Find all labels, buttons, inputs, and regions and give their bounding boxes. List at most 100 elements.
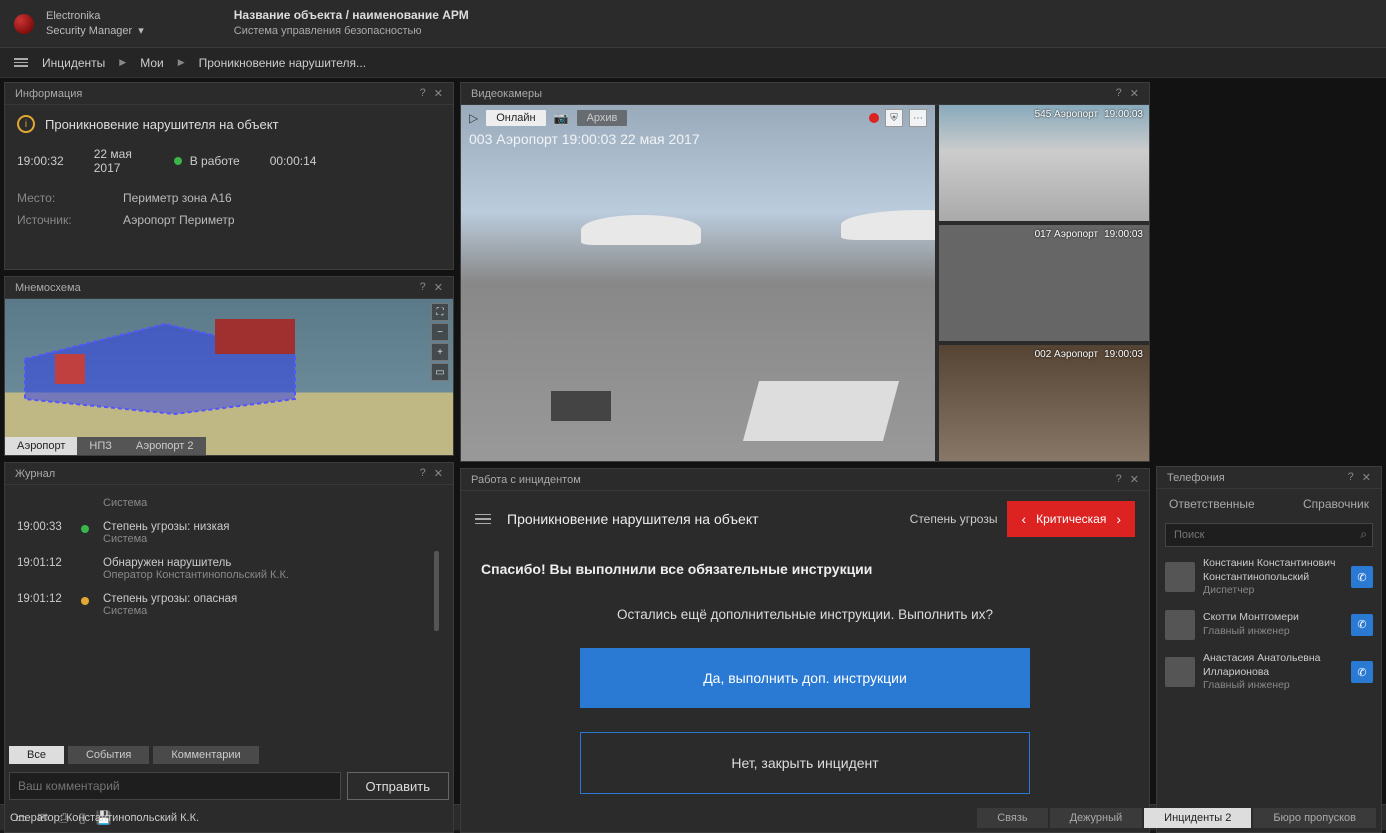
online-button[interactable]: Онлайн <box>486 110 545 126</box>
panel-title: Телефония <box>1167 472 1225 484</box>
journal-text: Обнаружен нарушитель <box>103 557 441 569</box>
panel-title: Работа с инцидентом <box>471 474 581 486</box>
panel-title: Информация <box>15 88 82 100</box>
footer-tab[interactable]: Бюро пропусков <box>1253 808 1376 828</box>
chevron-right-icon: ▶ <box>178 57 185 68</box>
help-icon[interactable]: ? <box>420 87 426 100</box>
journal-tab-comments[interactable]: Комментарии <box>153 746 258 764</box>
tel-tab-responsible[interactable]: Ответственные <box>1169 497 1255 511</box>
no-button[interactable]: Нет, закрыть инцидент <box>580 732 1030 794</box>
play-icon[interactable]: ▷ <box>469 111 478 125</box>
help-icon[interactable]: ? <box>420 281 426 294</box>
camera-overlay-label: 003 Аэропорт 19:00:03 22 мая 2017 <box>469 131 700 147</box>
mnemo-tab[interactable]: Аэропорт 2 <box>124 437 206 455</box>
panel-title: Видеокамеры <box>471 88 542 100</box>
panel-video: Видеокамеры ? ✕ ▷ Онлайн 📷 Архив <box>460 82 1150 462</box>
footer-tab[interactable]: Инциденты 2 <box>1144 808 1251 828</box>
comment-input[interactable] <box>9 772 341 800</box>
header-subtitle: Система управления безопасностью <box>234 24 469 39</box>
camera-thumbnail[interactable]: 545 Аэропорт19:00:03 <box>939 105 1149 221</box>
header-title: Название объекта / наименование АРМ <box>234 7 469 24</box>
breadcrumb-item[interactable]: Инциденты <box>42 56 105 70</box>
zoom-out-icon[interactable]: − <box>431 323 449 341</box>
top-bar: Electronika Security Manager ▾ Название … <box>0 0 1386 48</box>
close-icon[interactable]: ✕ <box>1130 473 1139 486</box>
help-icon[interactable]: ? <box>1348 471 1354 484</box>
info-date: 22 мая 2017 <box>94 147 144 175</box>
layers-icon[interactable]: ▭ <box>431 363 449 381</box>
breadcrumb: Инциденты ▶ Мои ▶ Проникновение нарушите… <box>0 48 1386 78</box>
journal-row: 19:01:12 Обнаружен нарушитель Оператор К… <box>17 551 441 587</box>
info-time: 19:00:32 <box>17 154 64 168</box>
mnemoscheme-view[interactable]: ⛶ − + ▭ Аэропорт НПЗ Аэропорт 2 <box>5 299 453 455</box>
avatar <box>1165 562 1195 592</box>
menu-icon[interactable] <box>475 514 491 525</box>
journal-tab-events[interactable]: События <box>68 746 149 764</box>
threat-label: Степень угрозы <box>910 512 998 526</box>
close-icon[interactable]: ✕ <box>1130 87 1139 100</box>
journal-row: 19:01:12 Степень угрозы: опасная Система <box>17 587 441 623</box>
call-button[interactable]: ✆ <box>1351 661 1373 683</box>
shield-icon[interactable]: ⛨ <box>885 109 903 127</box>
journal-sub: Оператор Константинопольский К.К. <box>103 569 441 581</box>
zoom-in-icon[interactable]: + <box>431 343 449 361</box>
help-icon[interactable]: ? <box>1116 473 1122 486</box>
avatar <box>1165 610 1195 640</box>
close-icon[interactable]: ✕ <box>434 467 443 480</box>
contact-row: Скотти Монтгомери Главный инженер ✆ <box>1157 604 1381 646</box>
expand-icon[interactable]: ⛶ <box>431 303 449 321</box>
breadcrumb-item[interactable]: Проникновение нарушителя... <box>199 56 366 70</box>
footer-tab[interactable]: Дежурный <box>1050 808 1143 828</box>
info-elapsed: 00:00:14 <box>270 154 317 168</box>
mnemo-tab[interactable]: НПЗ <box>77 437 124 455</box>
journal-sub: Система <box>103 533 441 545</box>
chevron-down-icon[interactable]: ▾ <box>138 24 144 38</box>
menu-icon[interactable] <box>14 58 28 67</box>
info-status: В работе <box>190 154 240 168</box>
help-icon[interactable]: ? <box>420 467 426 480</box>
panel-title: Мнемосхема <box>15 282 81 294</box>
camera-thumbnail[interactable]: 017 Аэропорт19:00:03 <box>939 225 1149 341</box>
header-title-block: Название объекта / наименование АРМ Сист… <box>234 7 469 39</box>
journal-row: 19:00:33 Степень угрозы: низкая Система <box>17 515 441 551</box>
search-input[interactable] <box>1165 523 1373 547</box>
archive-button[interactable]: Архив <box>577 110 628 126</box>
breadcrumb-item[interactable]: Мои <box>140 56 164 70</box>
contact-row: Констанин Константинович Константинополь… <box>1157 551 1381 604</box>
info-source-value: Аэропорт Периметр <box>123 213 441 227</box>
main-camera-view[interactable]: ▷ Онлайн 📷 Архив ⛨ ⋯ 003 Аэропорт 19:00:… <box>461 105 935 461</box>
operator-label: Оператор: Константинопольский К.К. <box>10 812 199 824</box>
more-icon[interactable]: ⋯ <box>909 109 927 127</box>
close-icon[interactable]: ✕ <box>434 281 443 294</box>
scrollbar[interactable] <box>434 551 439 631</box>
close-icon[interactable]: ✕ <box>1362 471 1371 484</box>
yes-button[interactable]: Да, выполнить доп. инструкции <box>580 648 1030 708</box>
journal-tab-all[interactable]: Все <box>9 746 64 764</box>
brand-line2[interactable]: Security Manager <box>46 24 132 38</box>
contact-role: Главный инженер <box>1203 625 1343 639</box>
record-icon <box>869 113 879 123</box>
logo-icon <box>14 14 34 34</box>
send-button[interactable]: Отправить <box>347 772 449 800</box>
journal-time: 19:01:12 <box>17 593 73 605</box>
help-icon[interactable]: ? <box>1116 87 1122 100</box>
search-icon[interactable]: ⌕ <box>1360 527 1367 542</box>
journal-sub: Система <box>103 605 441 617</box>
mnemo-tab[interactable]: Аэропорт <box>5 437 77 455</box>
camera-thumbnail[interactable]: 002 Аэропорт19:00:03 <box>939 345 1149 461</box>
close-icon[interactable]: ✕ <box>434 87 443 100</box>
footer-tab[interactable]: Связь <box>977 808 1047 828</box>
camera-icon[interactable]: 📷 <box>554 111 569 125</box>
chevron-right-icon[interactable]: › <box>1116 511 1121 527</box>
call-button[interactable]: ✆ <box>1351 566 1373 588</box>
warning-icon: i <box>17 115 35 133</box>
tel-tab-directory[interactable]: Справочник <box>1303 497 1369 511</box>
chevron-left-icon[interactable]: ‹ <box>1021 511 1026 527</box>
call-button[interactable]: ✆ <box>1351 614 1373 636</box>
status-dot-icon <box>174 157 182 165</box>
contact-role: Главный инженер <box>1203 679 1343 693</box>
journal-time: 19:00:33 <box>17 521 73 533</box>
threat-badge[interactable]: ‹ Критическая › <box>1007 501 1135 537</box>
thanks-text: Спасибо! Вы выполнили все обязательные и… <box>481 561 1129 577</box>
journal-row: Система <box>17 491 441 515</box>
